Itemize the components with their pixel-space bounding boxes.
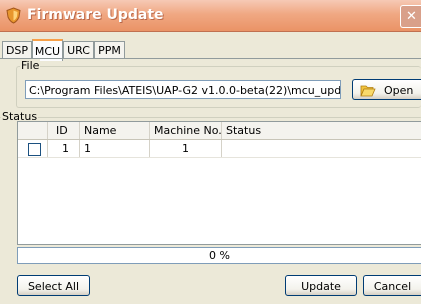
row-name: 1: [80, 140, 150, 157]
table-header: ID Name Machine No. Status: [18, 122, 421, 140]
col-machine-no[interactable]: Machine No.: [150, 122, 222, 139]
window-title: Firmware Update: [27, 7, 164, 23]
tab-divider: [0, 58, 421, 59]
update-button[interactable]: Update: [285, 275, 357, 296]
row-checkbox[interactable]: [28, 143, 41, 156]
tab-strip: DSP MCU URC PPM: [0, 39, 421, 61]
table-row[interactable]: 1 1 1: [18, 140, 421, 158]
tab-dsp[interactable]: DSP: [2, 41, 32, 59]
row-machine-no: 1: [150, 140, 222, 157]
tab-urc[interactable]: URC: [63, 41, 94, 59]
folder-open-icon: [360, 85, 376, 97]
col-status[interactable]: Status: [222, 122, 421, 139]
status-group-line: [0, 117, 421, 119]
col-select: [18, 122, 48, 139]
row-select-cell: [18, 140, 48, 157]
col-name[interactable]: Name: [80, 122, 150, 139]
col-id[interactable]: ID: [48, 122, 80, 139]
open-button-label: Open: [384, 84, 414, 97]
file-path-input[interactable]: C:\Program Files\ATEIS\UAP-G2 v1.0.0-bet…: [25, 80, 341, 99]
close-icon: ✕: [406, 9, 417, 24]
close-button[interactable]: ✕: [400, 5, 421, 28]
device-table: ID Name Machine No. Status 1 1 1: [17, 121, 421, 245]
select-all-button[interactable]: Select All: [17, 275, 90, 296]
title-bar[interactable]: Firmware Update ✕: [0, 0, 421, 32]
open-button[interactable]: Open: [352, 79, 421, 100]
tab-ppm[interactable]: PPM: [94, 41, 125, 59]
cancel-button[interactable]: Cancel: [363, 275, 421, 296]
file-group-label: File: [20, 59, 41, 72]
app-shield-icon: [6, 7, 21, 24]
row-status: [222, 140, 421, 157]
progress-label: 0 %: [209, 249, 230, 262]
update-progress-bar: 0 %: [17, 247, 421, 264]
row-id: 1: [48, 140, 80, 157]
